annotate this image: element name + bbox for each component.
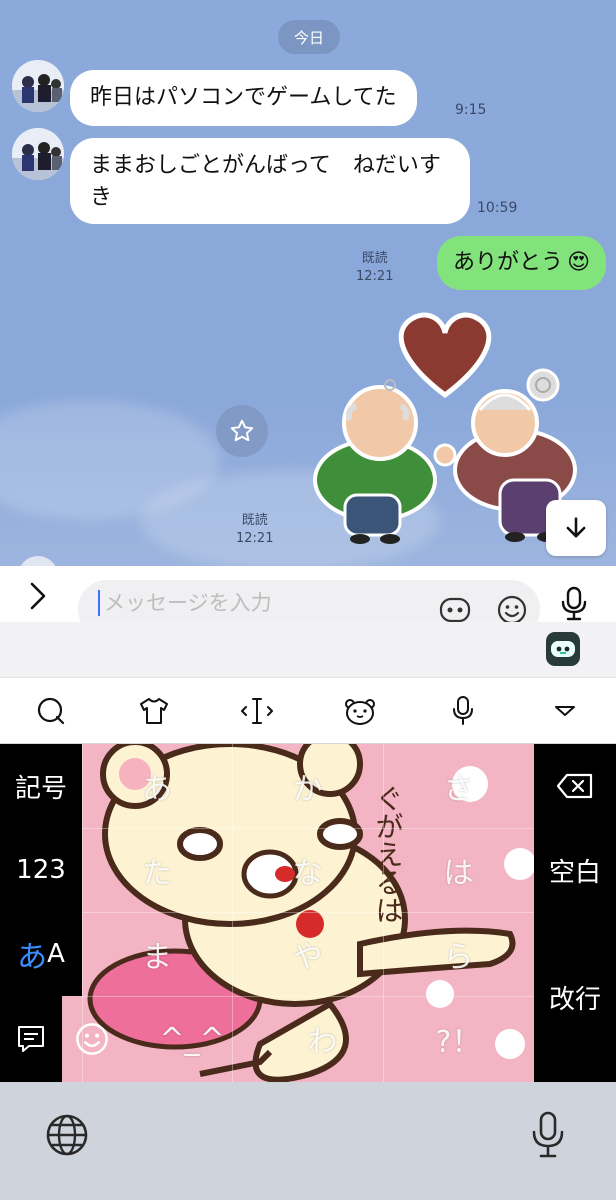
kana-key-na[interactable]: な: [232, 828, 383, 912]
sticker-button[interactable]: [343, 694, 377, 728]
robot-face-icon: [439, 597, 471, 623]
cursor-control-button[interactable]: [240, 694, 274, 728]
avatar: [18, 556, 58, 566]
input-mode-key[interactable]: あA: [0, 912, 82, 996]
microphone-icon: [453, 696, 473, 725]
expand-menu-button[interactable]: [26, 580, 50, 616]
ai-assistant-button[interactable]: [546, 632, 580, 666]
theme-button[interactable]: [137, 694, 171, 728]
emoji-heart-eyes: 😍: [567, 250, 590, 275]
read-receipt: 既読 12:21: [356, 251, 394, 284]
outgoing-message-bubble[interactable]: ありがとう 😍: [437, 236, 606, 290]
chat-bubble-icon: [18, 1026, 44, 1052]
punctuation-key[interactable]: ?！: [383, 996, 534, 1082]
microphone-icon: [532, 1111, 564, 1158]
kaomoji-key[interactable]: ^_^: [122, 996, 262, 1082]
avatar[interactable]: [12, 128, 64, 180]
message-time: 9:15: [455, 102, 487, 118]
chat-area[interactable]: 今日 昨日はパソコンでゲームしてた 9:15 ままおしごとがんばって ねだいすき…: [0, 0, 616, 566]
search-bubble-icon: [37, 697, 65, 725]
shirt-icon: [140, 698, 168, 724]
collapse-keyboard-button[interactable]: [548, 694, 582, 728]
kana-key-wa[interactable]: わ: [262, 996, 383, 1082]
symbol-key[interactable]: 記号: [0, 744, 82, 828]
search-tool-button[interactable]: [34, 694, 68, 728]
backspace-icon: [556, 773, 593, 799]
backspace-key[interactable]: [534, 744, 616, 828]
kana-key-ta[interactable]: た: [82, 828, 232, 912]
voice-input-button[interactable]: [446, 694, 480, 728]
text-cursor-icon: [241, 698, 273, 724]
input-mode-kana: あ: [17, 940, 48, 975]
message-input-bar: [0, 566, 616, 638]
incoming-message-bubble[interactable]: 昨日はパソコンでゲームしてた: [70, 70, 417, 126]
robot-icon: [551, 641, 575, 657]
japanese-flick-keyboard: ぐがえるは 記号 123 あA あ か さ た な は ま や ら ^_^ わ …: [0, 744, 616, 1082]
message-input[interactable]: [98, 590, 418, 616]
number-key[interactable]: 123: [0, 828, 82, 912]
keyboard-toolbar: [0, 678, 616, 744]
system-keyboard-bar: [0, 1082, 616, 1200]
chevron-right-icon: [30, 582, 46, 610]
microphone-icon: [561, 586, 587, 621]
enter-key[interactable]: 改行: [534, 912, 616, 1082]
input-mode-alpha: A: [47, 939, 65, 969]
message-text: ありがとう: [453, 250, 564, 275]
dictation-button[interactable]: [530, 1110, 566, 1164]
avatar[interactable]: [12, 60, 64, 112]
emoji-key[interactable]: [62, 996, 122, 1082]
arrow-down-icon: [566, 517, 586, 538]
kana-key-ma[interactable]: ま: [82, 912, 232, 996]
switch-keyboard-button[interactable]: [44, 1112, 90, 1162]
triangle-down-icon: [555, 706, 575, 716]
message-text: 昨日はパソコンでゲームしてた: [90, 85, 397, 110]
space-key[interactable]: 空白: [534, 828, 616, 912]
smiley-icon: [76, 1023, 108, 1055]
kana-key-ra[interactable]: ら: [383, 912, 534, 996]
kana-key-ha[interactable]: は: [383, 828, 534, 912]
clipboard-key[interactable]: [0, 996, 62, 1082]
read-receipt: 既読 12:21: [236, 513, 274, 546]
kana-key-sa[interactable]: さ: [383, 744, 534, 828]
scroll-to-bottom-button[interactable]: [546, 500, 606, 556]
star-icon: [230, 419, 254, 442]
kana-key-a[interactable]: あ: [82, 744, 232, 828]
suggestion-bar: [0, 622, 616, 678]
globe-icon: [46, 1114, 88, 1156]
favorite-sticker-button[interactable]: [216, 405, 268, 457]
message-time: 10:59: [477, 200, 518, 216]
bear-face-icon: [345, 699, 375, 725]
kana-key-ya[interactable]: や: [232, 912, 383, 996]
incoming-message-bubble[interactable]: ままおしごとがんばって ねだいすき: [70, 138, 470, 224]
message-text: ままおしごとがんばって ねだいすき: [90, 153, 441, 210]
voice-message-button[interactable]: [560, 586, 588, 626]
kana-key-ka[interactable]: か: [232, 744, 383, 828]
date-separator: 今日: [278, 20, 340, 54]
